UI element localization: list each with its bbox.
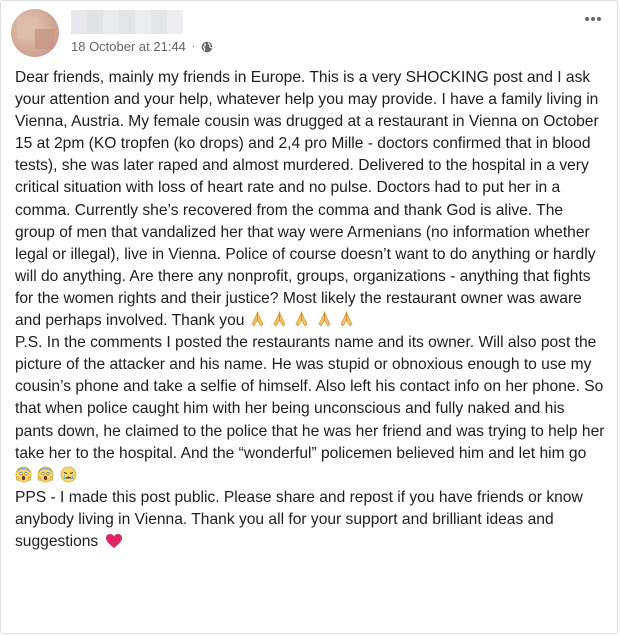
author-avatar[interactable] [11, 9, 59, 57]
redaction-block [119, 10, 135, 34]
post-paragraph-main: Dear friends, mainly my friends in Europ… [15, 67, 607, 332]
post-text-main: Dear friends, mainly my friends in Europ… [15, 69, 599, 330]
post-meta: 18 October at 21:44 · [71, 39, 213, 54]
post-header: 18 October at 21:44 · [1, 1, 617, 67]
face-screaming-icon [15, 466, 32, 483]
redaction-block [151, 10, 167, 34]
redaction-block [71, 10, 87, 34]
post-paragraph-pps: PPS - I made this post public. Please sh… [15, 487, 607, 553]
folded-hands-icon [316, 310, 333, 328]
folded-hands-icon [271, 310, 288, 328]
post-body: Dear friends, mainly my friends in Europ… [15, 67, 607, 553]
redaction-block [87, 10, 103, 34]
post-text-pps: PPS - I made this post public. Please sh… [15, 488, 583, 550]
redaction-block [103, 10, 119, 34]
more-options-icon[interactable] [583, 9, 603, 29]
post-text-ps: P.S. In the comments I posted the restau… [15, 334, 605, 462]
folded-hands-icon [338, 310, 355, 328]
meta-separator: · [191, 41, 196, 52]
facebook-post-card: 18 October at 21:44 · Dear friends, main… [0, 0, 618, 634]
redaction-block [167, 10, 183, 34]
folded-hands-icon [293, 310, 310, 328]
author-name-redacted[interactable] [71, 10, 183, 34]
folded-hands-icon [249, 310, 266, 328]
avatar-pixelation [35, 29, 55, 49]
post-timestamp[interactable]: 18 October at 21:44 [71, 39, 186, 54]
post-paragraph-ps: P.S. In the comments I posted the restau… [15, 332, 607, 487]
face-screaming-icon [37, 466, 54, 483]
globe-icon[interactable] [201, 41, 213, 53]
redaction-block [135, 10, 151, 34]
crying-face-icon [60, 466, 77, 483]
red-heart-icon [105, 533, 123, 549]
